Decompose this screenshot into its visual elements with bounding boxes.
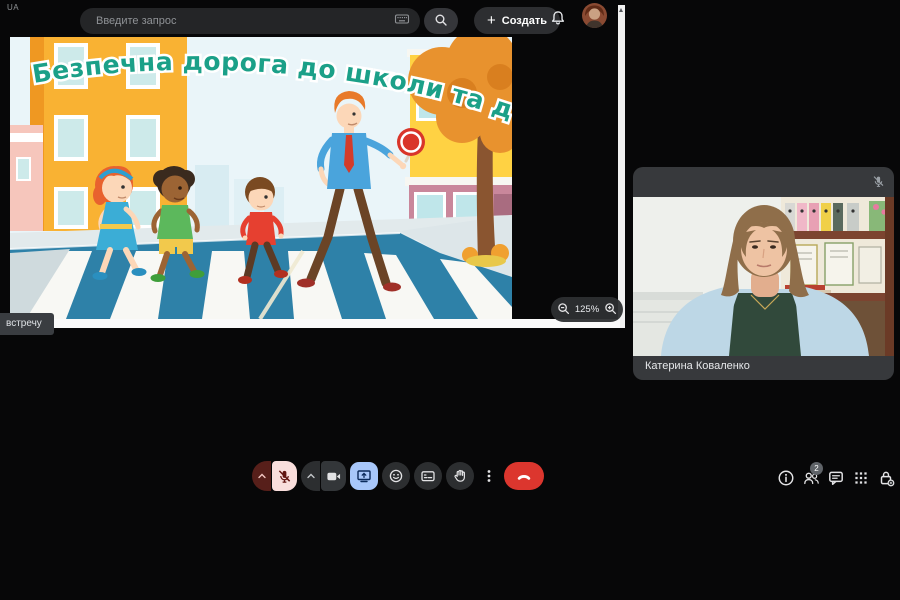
mic-muted-icon [872,175,885,188]
keyboard-icon[interactable] [394,11,410,32]
end-call-button[interactable] [504,462,544,490]
apps-grid-button[interactable] [852,469,870,487]
more-options-button[interactable] [478,462,500,490]
search-icon [434,13,448,30]
mic-options-chevron[interactable] [252,461,271,491]
create-button[interactable]: + Создать [474,7,560,34]
plus-icon: + [487,13,496,28]
scrollbar-up-arrow[interactable] [619,8,623,12]
zoom-in-icon[interactable] [604,302,617,318]
mic-muted-button[interactable] [272,461,297,491]
slide-image: Безпечна дорога до школи та дому [10,37,512,319]
raise-hand-button[interactable] [446,462,474,490]
chat-button[interactable] [827,469,845,487]
people-count-badge: 2 [810,462,823,475]
participant-tile[interactable]: Катерина Коваленко [633,167,894,380]
participant-video [633,197,894,356]
meeting-panel-icons: 2 [777,469,895,487]
tooltip: встречу [0,313,54,335]
people-button[interactable]: 2 [802,469,820,487]
search-bar[interactable] [80,8,420,34]
mic-control-group [252,461,297,491]
zoom-level: 125% [575,304,599,315]
zoom-control[interactable]: 125% [551,297,623,322]
camera-button[interactable] [321,461,346,491]
reactions-button[interactable] [382,462,410,490]
scrollbar[interactable] [618,5,625,328]
region-label: UA [7,3,19,12]
camera-control-group [301,461,346,491]
host-controls-lock-button[interactable] [877,469,895,487]
captions-button[interactable] [414,462,442,490]
bell-icon[interactable] [549,9,567,27]
avatar[interactable] [582,3,607,28]
camera-options-chevron[interactable] [301,461,320,491]
search-button[interactable] [424,8,458,34]
info-button[interactable] [777,469,795,487]
zoom-out-icon[interactable] [557,302,570,318]
create-button-label: Создать [502,15,547,27]
window-bottom-edge [8,319,620,328]
search-input[interactable] [94,14,394,28]
participant-name: Катерина Коваленко [645,360,750,372]
call-controls [252,461,544,491]
present-screen-button[interactable] [350,462,378,490]
